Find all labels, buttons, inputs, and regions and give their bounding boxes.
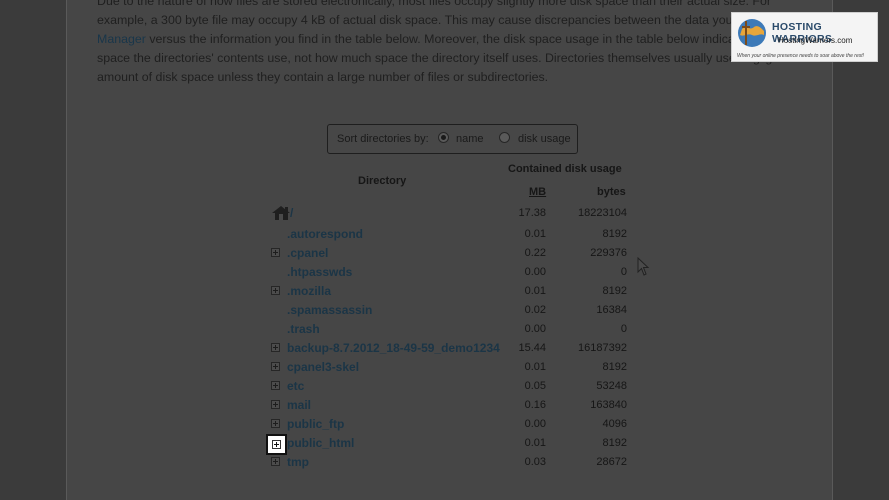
directory-link[interactable]: tmp [287, 455, 309, 469]
directory-header: Directory [358, 175, 407, 187]
table-row: cpanel3-skel 0.01 8192 [268, 358, 638, 377]
table-row: .mozilla 0.01 8192 [268, 282, 638, 301]
right-margin [833, 0, 889, 500]
row-bytes: 16187392 [578, 342, 627, 354]
row-bytes: 8192 [602, 361, 627, 373]
expand-icon[interactable] [271, 381, 280, 390]
mb-sort-header[interactable]: MB [529, 186, 546, 198]
file-manager-link[interactable]: Manager [97, 32, 146, 46]
contained-usage-header: Contained disk usage [508, 163, 622, 175]
public-html-expand-button[interactable] [266, 434, 287, 455]
row-bytes: 8192 [602, 437, 627, 449]
left-margin [0, 0, 66, 500]
expand-icon [272, 440, 281, 449]
directory-link[interactable]: etc [287, 379, 304, 393]
sort-name-radio[interactable] [438, 132, 449, 143]
directory-link[interactable]: .cpanel [287, 246, 328, 260]
sort-disk-usage-label[interactable]: disk usage [518, 133, 571, 145]
table-row: .spamassassin 0.02 16384 [268, 301, 638, 320]
hosting-warriors-watermark: HOSTING WARRIORS HostingWarriors.com Whe… [731, 12, 878, 62]
globe-logo-icon [738, 19, 766, 47]
row-bytes: 8192 [602, 228, 627, 240]
row-bytes: 0 [620, 266, 627, 278]
row-bytes: 53248 [596, 380, 627, 392]
root-bytes: 18223104 [578, 207, 627, 219]
expand-icon[interactable] [271, 248, 280, 257]
row-bytes: 229376 [590, 247, 627, 259]
table-row: public_html 0.01 8192 [268, 434, 638, 453]
row-bytes: 28672 [596, 456, 627, 468]
directory-link[interactable]: .spamassassin [287, 303, 372, 317]
sort-options-box: Sort directories by: name disk usage [327, 124, 578, 154]
table-row: public_ftp 0.00 4096 [268, 415, 638, 434]
expand-icon[interactable] [271, 457, 280, 466]
sort-name-label[interactable]: name [456, 133, 484, 145]
expand-icon[interactable] [271, 286, 280, 295]
directory-link[interactable]: .autorespond [287, 227, 363, 241]
directory-link[interactable]: .trash [287, 322, 320, 336]
row-bytes: 16384 [596, 304, 627, 316]
sort-disk-usage-radio[interactable] [499, 132, 510, 143]
row-bytes: 4096 [602, 418, 627, 430]
table-row: .autorespond 0.01 8192 [268, 225, 638, 244]
intro-line: Manager versus the information you find … [97, 32, 812, 46]
directory-link[interactable]: cpanel3-skel [287, 360, 359, 374]
table-row: .cpanel 0.22 229376 [268, 244, 638, 263]
table-row: backup-8.7.2012_18-49-59_demo1234 15.44 … [268, 339, 638, 358]
intro-line: Due to the nature of how files are store… [97, 0, 771, 8]
directory-link[interactable]: public_ftp [287, 417, 344, 431]
row-bytes: 0 [620, 323, 627, 335]
row-bytes: 163840 [590, 399, 627, 411]
expand-icon[interactable] [271, 343, 280, 352]
table-row: .trash 0.00 0 [268, 320, 638, 339]
directory-link[interactable]: backup-8.7.2012_18-49-59_demo1234 [287, 341, 500, 355]
directory-link[interactable]: .mozilla [287, 284, 331, 298]
bytes-header: bytes [597, 186, 626, 198]
expand-icon[interactable] [271, 419, 280, 428]
directory-link[interactable]: public_html [287, 436, 354, 450]
intro-line: example, a 300 byte file may occupy 4 kB… [97, 13, 814, 27]
root-directory-link[interactable]: / [290, 206, 293, 220]
intro-line: space the directories' contents use, not… [97, 51, 792, 65]
table-row: .htpasswds 0.00 0 [268, 263, 638, 282]
sort-label: Sort directories by: [337, 133, 429, 145]
intro-line: amount of disk space unless they contain… [97, 70, 549, 84]
intro-text: Due to the nature of how files are store… [97, 0, 817, 87]
table-row: tmp 0.03 28672 [268, 453, 638, 472]
table-row: etc 0.05 53248 [268, 377, 638, 396]
watermark-url: HostingWarriors.com [778, 36, 853, 45]
table-row: mail 0.16 163840 [268, 396, 638, 415]
expand-icon[interactable] [271, 400, 280, 409]
mouse-cursor-icon [637, 257, 650, 276]
watermark-tagline: When your online presence needs to soar … [737, 53, 865, 59]
directory-link[interactable]: .htpasswds [287, 265, 352, 279]
expand-icon[interactable] [271, 362, 280, 371]
row-bytes: 8192 [602, 285, 627, 297]
directory-link[interactable]: mail [287, 398, 311, 412]
